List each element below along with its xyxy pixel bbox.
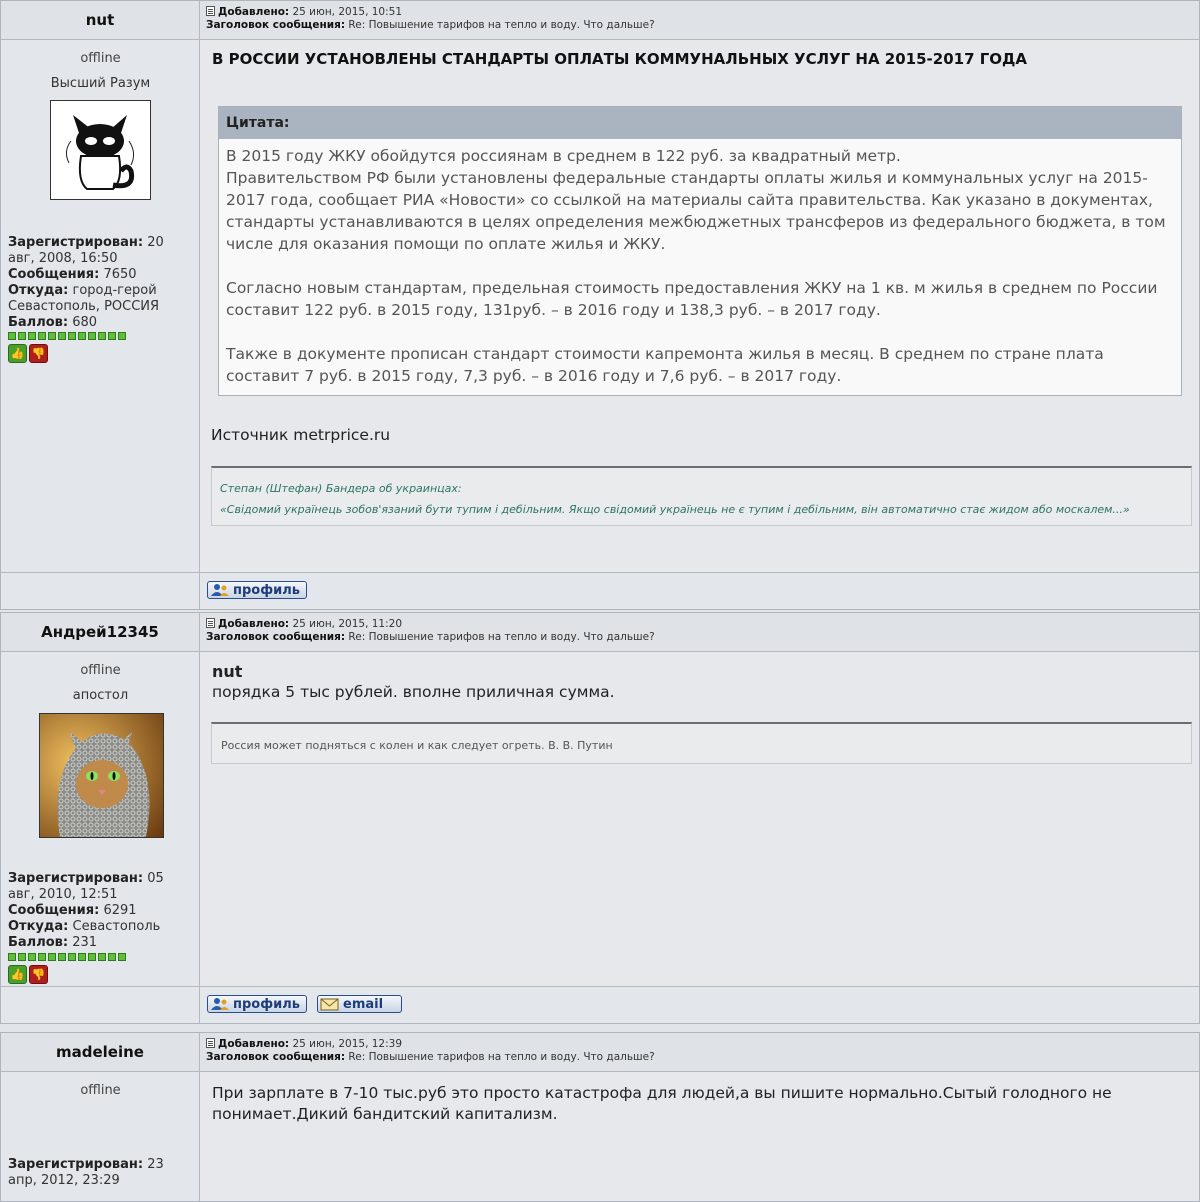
user-panel: offline апостол Зарегистрирован: 05 авг,… [1,652,200,986]
user-status: offline [80,51,121,66]
profile-button[interactable]: профиль [207,581,307,599]
quote-line: В 2015 году ЖКУ обойдутся россиянам в ср… [226,147,901,165]
post-icon [206,6,215,16]
post-date: 25 июн, 2015, 12:39 [292,1038,403,1050]
post-body: В РОССИИ УСТАНОВЛЕНЫ СТАНДАРТЫ ОПЛАТЫ КО… [200,40,1199,572]
post-subject: Re: Повышение тарифов на тепло и воду. Ч… [348,1051,655,1063]
user-info: Зарегистрирован: 23 апр, 2012, 23:29 [8,1157,194,1189]
post-username[interactable]: nut [1,1,200,39]
email-button[interactable]: email [317,995,403,1013]
profile-icon [210,997,230,1011]
profile-button[interactable]: профиль [207,995,307,1013]
thumbs-down-icon[interactable]: 👎 [29,965,48,984]
signature: Степан (Штефан) Бандера об украинцах: «С… [211,466,1192,526]
forum-post: madeleine Добавлено: 25 июн, 2015, 12:39… [0,1032,1200,1202]
post-message: порядка 5 тыс рублей. вполне приличная с… [212,683,615,701]
email-button-label: email [343,996,384,1012]
post-header: nut Добавлено: 25 июн, 2015, 10:51 Загол… [1,1,1199,40]
post-meta: Добавлено: 25 июн, 2015, 11:20 Заголовок… [206,618,655,644]
subject-label: Заголовок сообщения: [206,631,346,643]
subject-label: Заголовок сообщения: [206,1051,346,1063]
post-meta: Добавлено: 25 июн, 2015, 10:51 Заголовок… [206,6,655,32]
user-rank: апостол [72,688,129,703]
user-info: Зарегистрирован: 05 авг, 2010, 12:51 Соо… [8,871,194,951]
user-panel: offline Зарегистрирован: 23 апр, 2012, 2… [1,1072,200,1201]
post-date: 25 июн, 2015, 10:51 [292,6,403,18]
user-posts-count: 7650 [103,267,137,282]
points-label: Баллов: [8,935,69,950]
thumbs-down-icon[interactable]: 👎 [29,344,48,363]
vote-buttons: 👍 👎 [8,344,48,363]
post-username[interactable]: madeleine [1,1033,200,1071]
post-body: При зарплате в 7-10 тыс.руб это просто к… [200,1072,1199,1201]
post-message: При зарплате в 7-10 тыс.руб это просто к… [212,1084,1112,1123]
forum-post: nut Добавлено: 25 июн, 2015, 10:51 Загол… [0,0,1200,610]
post-footer: профиль [1,572,1199,609]
quote-paragraph: Согласно новым стандартам, предельная ст… [226,279,1158,319]
points-label: Баллов: [8,315,69,330]
user-status: offline [80,1083,121,1098]
reply-to-username: nut [212,662,243,681]
post-username[interactable]: Андрей12345 [1,613,200,651]
vote-buttons: 👍 👎 [8,965,48,984]
added-label: Добавлено: [218,6,290,18]
from-label: Откуда: [8,283,69,298]
quote-body: В 2015 году ЖКУ обойдутся россиянам в ср… [219,139,1181,395]
post-header: madeleine Добавлено: 25 июн, 2015, 12:39… [1,1033,1199,1072]
user-rank: Высший Разум [50,76,151,91]
post-header: Андрей12345 Добавлено: 25 июн, 2015, 11:… [1,613,1199,652]
registered-label: Зарегистрирован: [8,235,144,250]
signature-line: Россия может подняться с колен и как сле… [221,739,613,752]
post-date: 25 июн, 2015, 11:20 [292,618,403,630]
user-info: Зарегистрирован: 20 авг, 2008, 16:50 Соо… [8,235,194,331]
post-meta: Добавлено: 25 июн, 2015, 12:39 Заголовок… [206,1038,655,1064]
posts-label: Сообщения: [8,903,100,918]
user-points: 231 [72,935,98,950]
user-points: 680 [72,315,98,330]
signature-line: Степан (Штефан) Бандера об украинцах: [220,482,462,495]
user-status: offline [80,663,121,678]
avatar [50,100,151,200]
post-icon [206,618,215,628]
posts-label: Сообщения: [8,267,100,282]
registered-label: Зарегистрирован: [8,1157,144,1172]
post-subject: Re: Повышение тарифов на тепло и воду. Ч… [348,19,655,31]
reputation-bar [8,953,126,961]
profile-button-label: профиль [233,996,300,1012]
post-title: В РОССИИ УСТАНОВЛЕНЫ СТАНДАРТЫ ОПЛАТЫ КО… [212,50,1028,68]
avatar [39,713,164,838]
quote-line: Правительством РФ были установлены федер… [226,169,1166,253]
subject-label: Заголовок сообщения: [206,19,346,31]
signature-line: «Свідомий українець зобов'язаний бути ту… [220,503,1130,516]
profile-button-label: профиль [233,582,300,598]
user-location: Севастополь [72,919,161,934]
post-source: Источник metrprice.ru [211,426,391,444]
thumbs-up-icon[interactable]: 👍 [8,965,27,984]
added-label: Добавлено: [218,618,290,630]
quote-header: Цитата: [219,107,1181,139]
added-label: Добавлено: [218,1038,290,1050]
post-icon [206,1038,215,1048]
thumbs-up-icon[interactable]: 👍 [8,344,27,363]
quote-paragraph: Также в документе прописан стандарт стои… [226,345,1104,385]
envelope-icon [320,997,340,1011]
post-footer: профиль email [1,986,1199,1023]
signature: Россия может подняться с колен и как сле… [211,722,1192,764]
quote-block: Цитата: В 2015 году ЖКУ обойдутся россия… [218,106,1182,396]
registered-label: Зарегистрирован: [8,871,144,886]
post-subject: Re: Повышение тарифов на тепло и воду. Ч… [348,631,655,643]
from-label: Откуда: [8,919,69,934]
user-posts-count: 6291 [103,903,137,918]
forum-post: Андрей12345 Добавлено: 25 июн, 2015, 11:… [0,612,1200,1024]
post-body: nut порядка 5 тыс рублей. вполне приличн… [200,652,1199,986]
reputation-bar [8,332,126,340]
profile-icon [210,583,230,597]
user-panel: offline Высший Разум Зарегистрирован: 20… [1,40,200,572]
